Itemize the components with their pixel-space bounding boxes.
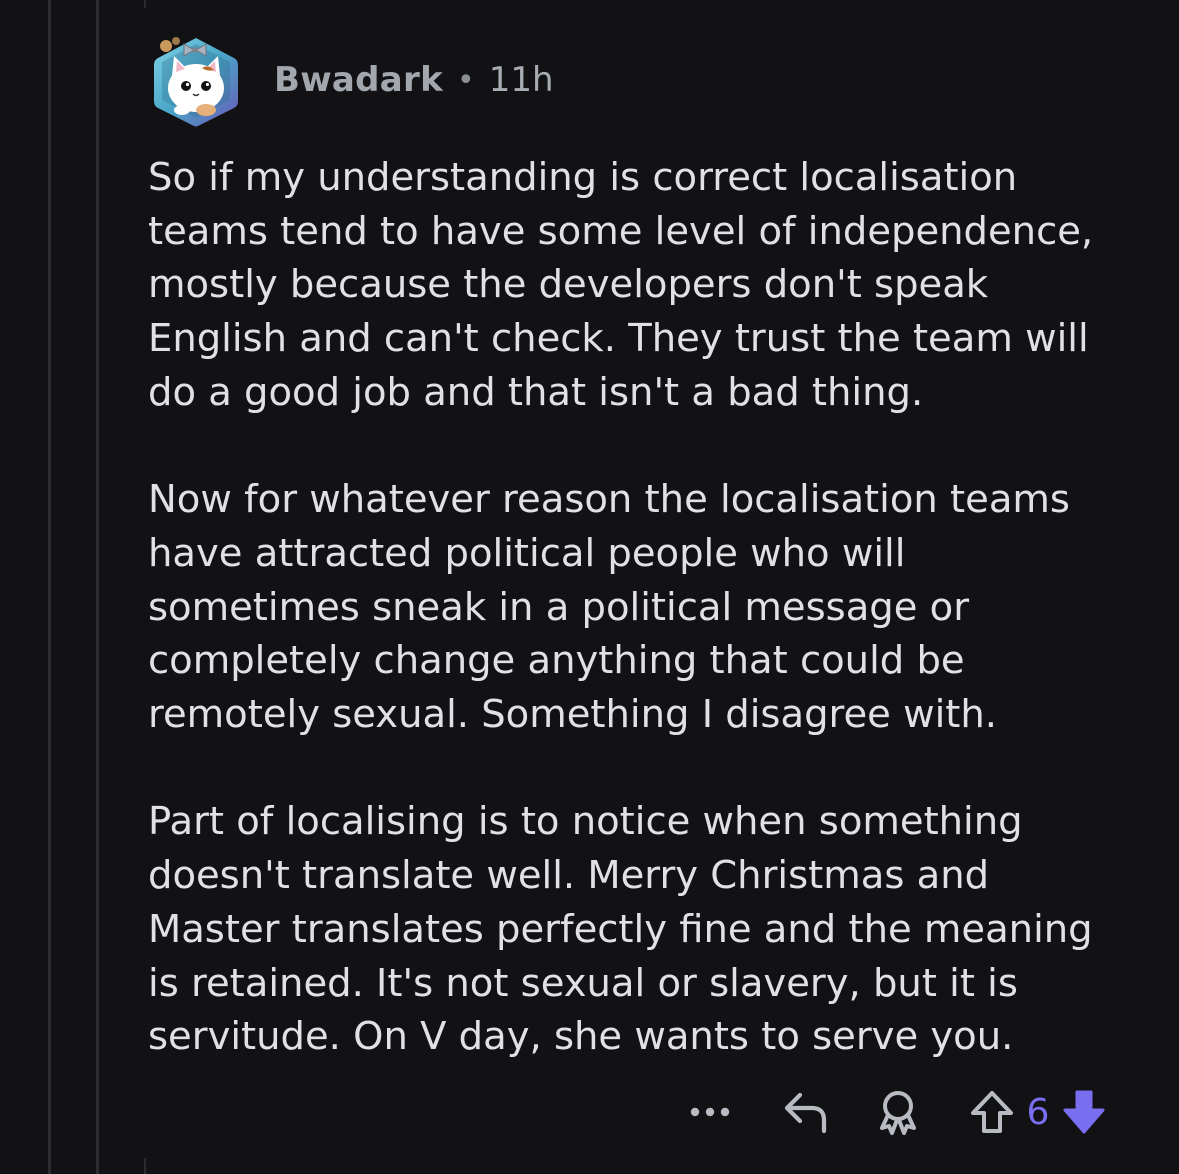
text-line: do a good job and that isn't a bad thing… <box>148 369 924 415</box>
timestamp: 11h <box>488 60 554 100</box>
reply-arrow-icon <box>784 1092 827 1134</box>
comment-meta: Bwadark • 11h <box>274 60 554 100</box>
username[interactable]: Bwadark <box>274 60 443 100</box>
downvote-filled-icon <box>1063 1090 1105 1134</box>
comment-header: Bwadark • 11h <box>148 30 554 130</box>
text-line: mostly because the developers don't spea… <box>148 262 989 308</box>
text-line: doesn't translate well. Merry Christmas … <box>148 853 990 899</box>
comment-actions: 6 <box>680 1082 1112 1142</box>
text-line: teams tend to have some level of indepen… <box>148 208 1094 254</box>
paragraph: Part of localising is to notice when som… <box>148 795 1158 1064</box>
award-button[interactable] <box>868 1088 928 1136</box>
text-line: servitude. On V day, she wants to serve … <box>148 1014 1014 1060</box>
text-line: English and can't check. They trust the … <box>148 316 1089 362</box>
vote-score: 6 <box>1026 1091 1050 1133</box>
upvote-button[interactable] <box>964 1089 1020 1135</box>
reply-button[interactable] <box>776 1089 836 1135</box>
meta-separator: • <box>457 62 475 98</box>
comment-body: So if my understanding is correct locali… <box>148 151 1158 1064</box>
downvote-button[interactable] <box>1056 1088 1112 1136</box>
text-line: Master translates perfectly fine and the… <box>148 906 1093 952</box>
text-line: sometimes sneak in a political message o… <box>148 584 970 630</box>
thread-connector-top <box>144 0 146 8</box>
thread-line-outer[interactable] <box>48 0 51 1174</box>
text-line: So if my understanding is correct locali… <box>148 155 1018 200</box>
paragraph: Now for whatever reason the localisation… <box>148 473 1158 742</box>
avatar[interactable] <box>148 30 244 130</box>
text-line: Now for whatever reason the localisation… <box>148 477 1070 523</box>
text-line: have attracted political people who will <box>148 530 906 576</box>
more-dots-icon <box>690 1107 730 1117</box>
thread-connector-bottom <box>144 1158 146 1174</box>
more-button[interactable] <box>680 1106 740 1118</box>
text-line: is retained. It's not sexual or slavery,… <box>148 960 1018 1006</box>
paragraph: So if my understanding is correct locali… <box>148 151 1158 420</box>
upvote-outline-icon <box>971 1091 1013 1133</box>
text-line: completely change anything that could be <box>148 638 965 684</box>
text-line: Part of localising is to notice when som… <box>148 799 1023 845</box>
text-line: remotely sexual. Something I disagree wi… <box>148 692 998 738</box>
award-icon <box>880 1091 916 1135</box>
thread-line-inner[interactable] <box>96 0 99 1174</box>
cat-avatar-icon <box>154 37 238 127</box>
